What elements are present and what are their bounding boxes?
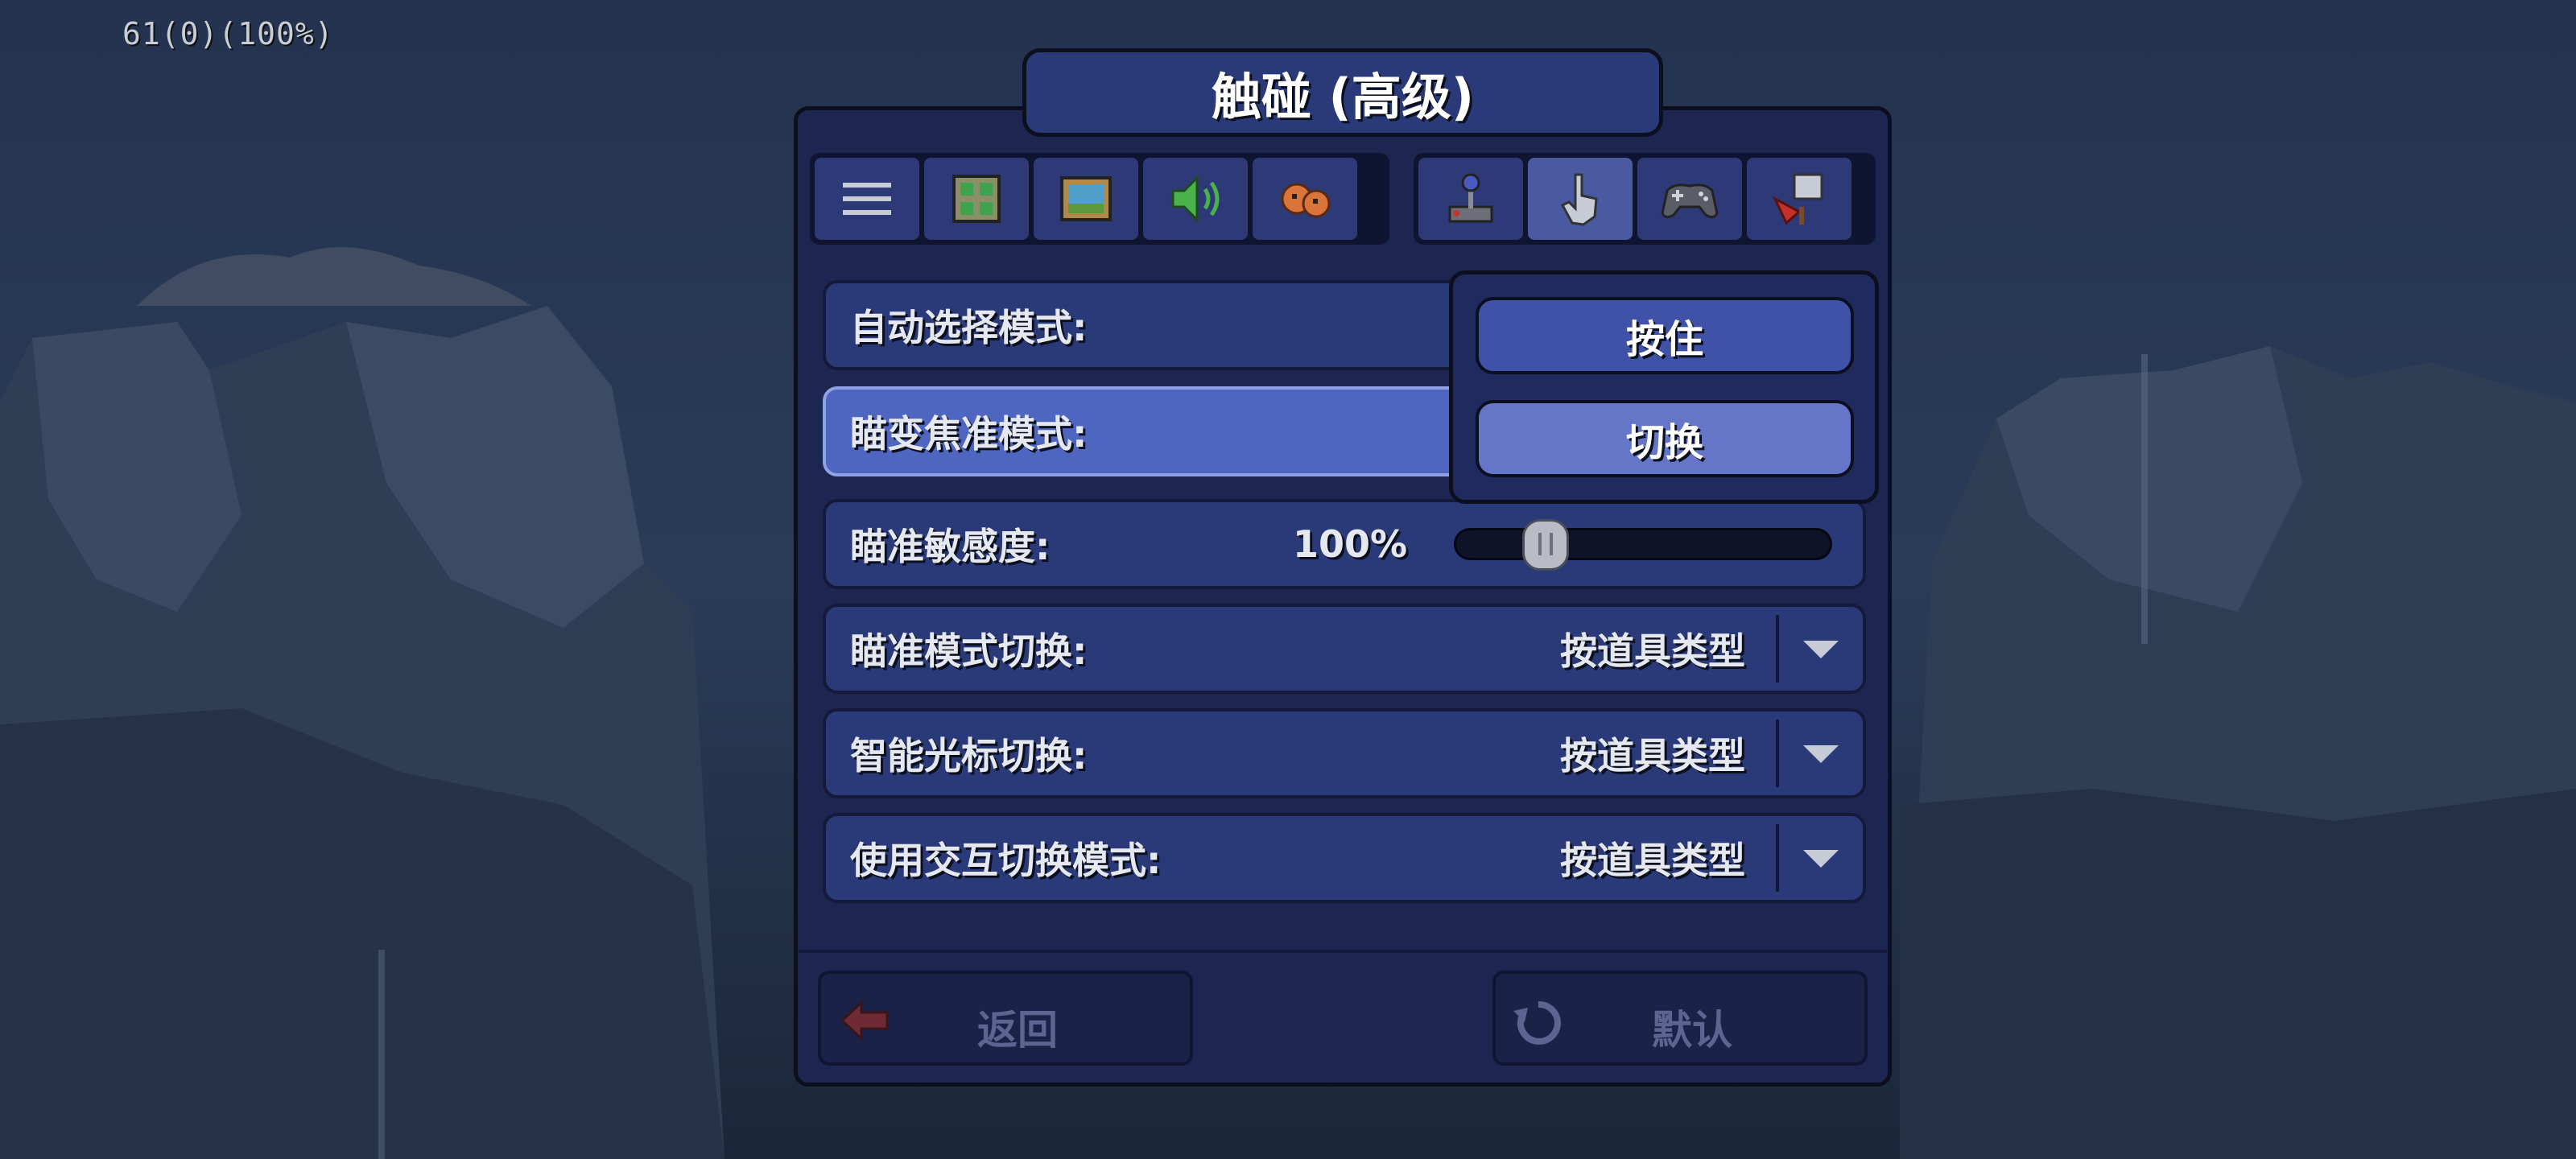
sensitivity-slider[interactable] — [1454, 519, 1832, 571]
tab-cursor[interactable] — [1253, 158, 1357, 240]
setting-label: 瞄准模式切换: — [850, 629, 1088, 673]
chevron-down-icon[interactable] — [1803, 745, 1839, 763]
setting-value: 按道具类型 — [1560, 734, 1745, 777]
audio-icon — [1171, 175, 1220, 223]
panel-title-box: 触碰 (高级) — [1022, 48, 1663, 137]
footer-divider — [797, 950, 1889, 953]
setting-value: 按道具类型 — [1560, 629, 1745, 673]
tab-video[interactable] — [1034, 158, 1138, 240]
back-label: 返回 — [977, 1007, 1058, 1054]
chevron-down-icon[interactable] — [1803, 850, 1839, 868]
joystick-icon — [1448, 173, 1493, 223]
fps-counter: 61(0)(100%) — [122, 16, 334, 52]
dropdown-divider — [1776, 615, 1779, 683]
setting-label: 自动选择模式: — [850, 306, 1088, 349]
option-hold[interactable]: 按住 — [1476, 297, 1854, 374]
reset-icon — [1513, 1000, 1561, 1045]
feedback-icon — [1772, 173, 1823, 225]
touch-hand-icon — [1560, 173, 1598, 226]
setting-aim-sensitivity: 瞄准敏感度: 100% — [823, 499, 1866, 589]
setting-label: 使用交互切换模式: — [850, 839, 1162, 882]
setting-value: 按道具类型 — [1560, 839, 1745, 882]
settings-panel — [794, 106, 1892, 1087]
menu-icon — [843, 183, 891, 215]
setting-smart-cursor-toggle[interactable]: 智能光标切换: 按道具类型 — [823, 708, 1866, 798]
dropdown-divider — [1776, 720, 1779, 787]
setting-label: 瞄准敏感度: — [850, 525, 1051, 568]
sensitivity-value: 100% — [1293, 522, 1408, 566]
panel-title: 触碰 (高级) — [1211, 68, 1475, 126]
default-button[interactable]: 默认 — [1492, 971, 1868, 1066]
dropdown-divider — [1776, 824, 1779, 892]
option-toggle[interactable]: 切换 — [1476, 400, 1854, 477]
tab-touch[interactable] — [1528, 158, 1633, 240]
chevron-down-icon[interactable] — [1803, 641, 1839, 658]
setting-interact-toggle[interactable]: 使用交互切换模式: 按道具类型 — [823, 813, 1866, 903]
setting-label: 瞄变焦准模式: — [850, 412, 1088, 456]
video-icon — [1060, 176, 1112, 221]
interface-icon — [952, 175, 1001, 223]
tab-joystick[interactable] — [1418, 158, 1523, 240]
slider-knob[interactable] — [1522, 519, 1570, 571]
default-label: 默认 — [1652, 1007, 1732, 1054]
setting-aim-mode-toggle[interactable]: 瞄准模式切换: 按道具类型 — [823, 604, 1866, 694]
tab-group-controls — [1414, 153, 1876, 245]
back-button[interactable]: 返回 — [818, 971, 1193, 1066]
tab-menu[interactable] — [815, 158, 919, 240]
tab-interface[interactable] — [924, 158, 1029, 240]
back-arrow-icon — [840, 1000, 889, 1041]
tab-group-general — [810, 153, 1389, 245]
aim-focus-dropdown: 按住 切换 — [1449, 270, 1879, 504]
tab-gamepad[interactable] — [1637, 158, 1742, 240]
tab-feedback[interactable] — [1747, 158, 1852, 240]
tab-audio[interactable] — [1143, 158, 1248, 240]
gamepad-icon — [1661, 184, 1719, 219]
setting-label: 智能光标切换: — [850, 734, 1088, 777]
cursor-icon — [1281, 183, 1331, 218]
